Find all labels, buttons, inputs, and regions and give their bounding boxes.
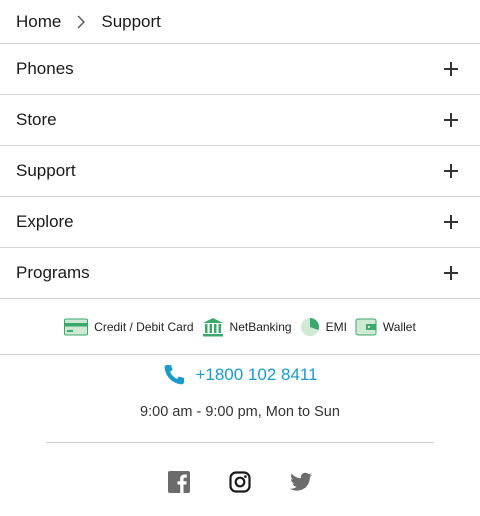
social-links (0, 470, 480, 493)
chevron-right-icon (69, 14, 93, 30)
wallet-icon (355, 318, 377, 335)
footer-accordion: Phones Store Support Explore Programs (0, 44, 480, 299)
accordion-item-store[interactable]: Store (0, 95, 480, 146)
facebook-icon[interactable] (168, 470, 191, 493)
plus-icon[interactable] (444, 62, 458, 76)
plus-icon[interactable] (444, 266, 458, 280)
plus-icon[interactable] (444, 164, 458, 178)
accordion-item-explore[interactable]: Explore (0, 197, 480, 248)
payment-netbanking: NetBanking (202, 317, 292, 337)
bank-icon (202, 317, 223, 336)
payment-methods: Credit / Debit Card NetBanking EMI Walle… (0, 299, 480, 355)
payment-credit-card: Credit / Debit Card (64, 318, 194, 336)
payment-label: NetBanking (229, 319, 292, 334)
accordion-label: Programs (16, 263, 90, 282)
accordion-item-support[interactable]: Support (0, 146, 480, 197)
support-hours: 9:00 am - 9:00 pm, Mon to Sun (140, 404, 340, 420)
accordion-label: Store (16, 110, 57, 129)
breadcrumb-home-link[interactable]: Home (16, 12, 61, 32)
accordion-item-phones[interactable]: Phones (0, 44, 480, 95)
plus-icon[interactable] (444, 215, 458, 229)
divider (46, 442, 434, 443)
payment-label: Wallet (382, 319, 416, 334)
payment-wallet: Wallet (355, 318, 416, 336)
accordion-item-programs[interactable]: Programs (0, 248, 480, 299)
payment-label: Credit / Debit Card (94, 319, 194, 334)
twitter-icon[interactable] (289, 470, 313, 493)
pie-chart-icon (300, 317, 319, 336)
breadcrumb-current: Support (101, 11, 161, 31)
breadcrumb: Home Support (0, 0, 480, 43)
credit-card-icon (64, 318, 89, 335)
contact-section: +1800 102 8411 9:00 am - 9:00 pm, Mon to… (0, 363, 480, 443)
accordion-label: Phones (16, 59, 74, 78)
plus-icon[interactable] (444, 113, 458, 127)
instagram-icon[interactable] (229, 470, 252, 493)
payment-emi: EMI (300, 317, 347, 337)
accordion-label: Support (16, 161, 76, 180)
phone-number[interactable]: +1800 102 8411 (195, 365, 317, 385)
phone-icon (165, 365, 185, 385)
accordion-label: Explore (16, 212, 74, 231)
payment-label: EMI (325, 319, 347, 334)
phone-link[interactable]: +1800 102 8411 (0, 363, 480, 387)
